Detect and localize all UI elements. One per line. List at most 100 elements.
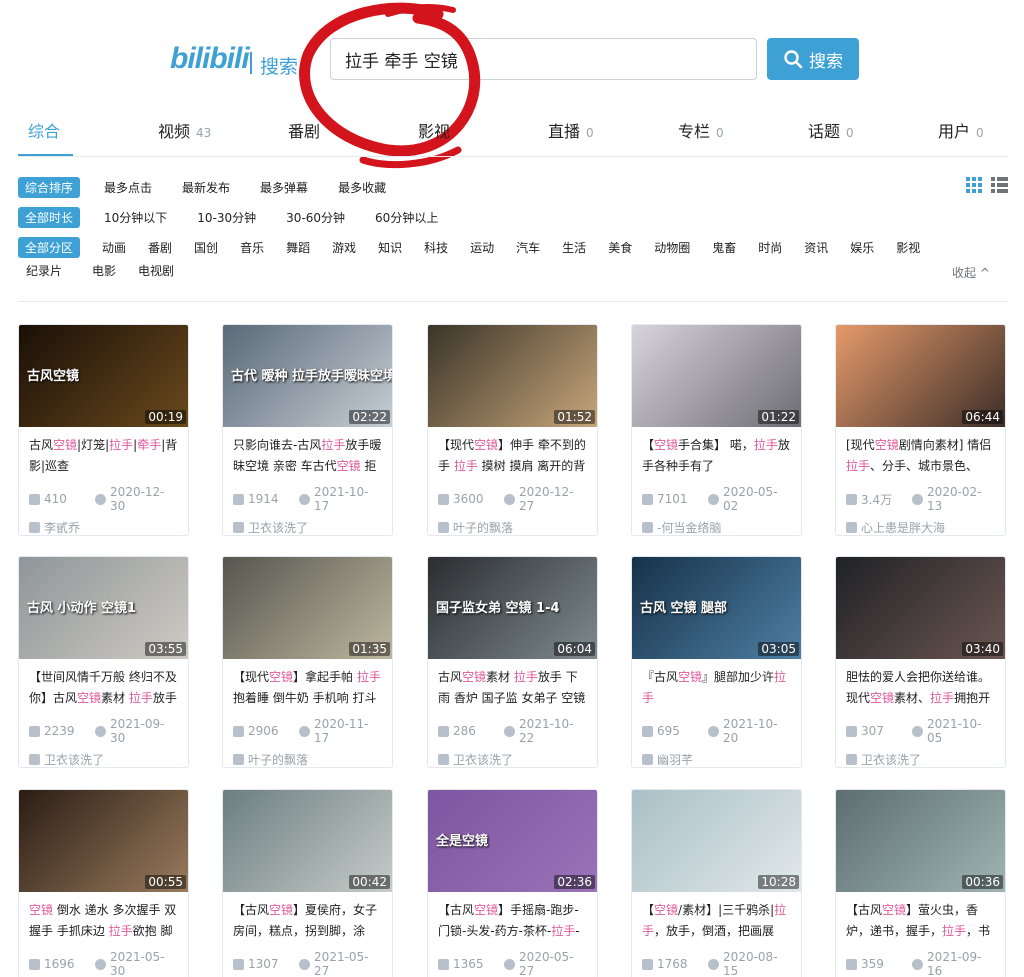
video-card[interactable]: 01:22 【空镜手合集】 喏，拉手放手各种手有了 7101 2020-05-02 -何… [631, 324, 802, 536]
filter-option[interactable]: 影视 [896, 239, 920, 256]
filter-option[interactable]: 动画 [102, 239, 126, 256]
filter-option[interactable]: 番剧 [148, 239, 172, 256]
video-card[interactable]: 古风 小动作 空镜1 03:55 【世间风情千万般 终归不及你】古风空镜素材 拉手放… [18, 556, 189, 768]
video-card[interactable]: 06:44 [现代空镜剧情向素材] 情侣拉手、分手、城市景色、 3.4万 2020-0… [835, 324, 1006, 536]
video-thumbnail[interactable]: 全是空镜 02:36 [428, 790, 597, 892]
tab-3[interactable]: 影视 [418, 118, 450, 142]
video-thumbnail[interactable]: 00:42 [223, 790, 392, 892]
filter-option[interactable]: 电视剧 [138, 262, 174, 279]
video-card[interactable]: 03:40 胆怯的爱人会把你送给谁。现代空镜素材、拉手拥抱开 307 2021-10-… [835, 556, 1006, 768]
collapse-filters-button[interactable]: 收起 ^ [952, 264, 990, 281]
filter-option[interactable]: 电影 [92, 262, 116, 279]
video-card[interactable]: 古风 空镜 腿部 03:05 『古风空镜』腿部加少许拉手 695 2021-10-20 幽… [631, 556, 802, 768]
video-thumbnail[interactable]: 03:40 [836, 557, 1005, 659]
video-thumbnail[interactable]: 01:22 [632, 325, 801, 427]
tab-6[interactable]: 话题 0 [808, 118, 854, 142]
uploader[interactable]: 心上患是胖大海 [836, 519, 1005, 535]
video-title[interactable]: 空镜 倒水 递水 多次握手 双握手 手抓床边 拉手欲抱 脚 [19, 892, 188, 942]
tab-5[interactable]: 专栏 0 [678, 118, 724, 142]
filter-option[interactable]: 60分钟以上 [375, 209, 438, 226]
video-title[interactable]: 【古风空镜】萤火虫，香炉，递书，握手，拉手，书 [836, 892, 1005, 942]
filter-option[interactable]: 运动 [470, 239, 494, 256]
filter-option[interactable]: 美食 [608, 239, 632, 256]
uploader[interactable]: 叶子的飘落 [428, 519, 597, 535]
filter-option[interactable]: 纪录片 [26, 262, 62, 279]
uploader[interactable]: 卫衣该洗了 [836, 751, 1005, 767]
filter-option[interactable]: 知识 [378, 239, 402, 256]
video-title[interactable]: 只影向谁去-古风拉手放手暧昧空境 亲密 车古代空镜 拒 [223, 427, 392, 477]
video-card[interactable]: 古风空镜 00:19 古风空镜|灯笼|拉手|牵手|背影|巡查 410 2020-12-3… [18, 324, 189, 536]
uploader[interactable]: 叶子的飘落 [223, 751, 392, 767]
filter-option[interactable]: 音乐 [240, 239, 264, 256]
tab-2[interactable]: 番剧 [288, 118, 320, 142]
video-thumbnail[interactable]: 古风 空镜 腿部 03:05 [632, 557, 801, 659]
video-thumbnail[interactable]: 00:55 [19, 790, 188, 892]
uploader[interactable]: 幽羽芊 [632, 751, 801, 767]
search-button[interactable]: 搜索 [767, 38, 859, 80]
video-thumbnail[interactable]: 06:44 [836, 325, 1005, 427]
video-card[interactable]: 10:28 【空镜/素材】|三千鸦杀|拉手，放手，倒酒，把画展 1768 2020-0… [631, 789, 802, 977]
filter-option[interactable]: 舞蹈 [286, 239, 310, 256]
uploader[interactable]: 卫衣该洗了 [223, 519, 392, 535]
filter-option[interactable]: 最多点击 [104, 179, 152, 196]
filter-option[interactable]: 娱乐 [850, 239, 874, 256]
video-title[interactable]: 『古风空镜』腿部加少许拉手 [632, 659, 801, 709]
video-title[interactable]: 古风空镜素材 拉手放手 下雨 香炉 国子监 女弟子 空镜 [428, 659, 597, 709]
filter-option[interactable]: 资讯 [804, 239, 828, 256]
video-thumbnail[interactable]: 古代 暧种 拉手放手暧昧空境 02:22 [223, 325, 392, 427]
filter-option[interactable]: 最多收藏 [338, 179, 386, 196]
video-title[interactable]: 【现代空镜】拿起手帕 拉手 抱着睡 倒牛奶 手机响 打斗 [223, 659, 392, 709]
filter-option[interactable]: 动物圈 [654, 239, 690, 256]
search-input[interactable] [331, 39, 756, 79]
video-thumbnail[interactable]: 10:28 [632, 790, 801, 892]
video-title[interactable]: 【空镜/素材】|三千鸦杀|拉手，放手，倒酒，把画展 [632, 892, 801, 942]
filter-option[interactable]: 最多弹幕 [260, 179, 308, 196]
video-card[interactable]: 00:42 【古风空镜】夏侯府，女子房间，糕点，拐到脚，涂 1307 2021-05-… [222, 789, 393, 977]
filter-option[interactable]: 生活 [562, 239, 586, 256]
video-card[interactable]: 01:52 【现代空镜】伸手 牵不到的手 拉手 摸树 摸肩 离开的背 3600 202… [427, 324, 598, 536]
filter-option[interactable]: 综合排序 [18, 177, 81, 198]
filter-option[interactable]: 全部时长 [18, 207, 81, 228]
video-card[interactable]: 古代 暧种 拉手放手暧昧空境 02:22 只影向谁去-古风拉手放手暧昧空境 亲密 车… [222, 324, 393, 536]
video-title[interactable]: 【空镜手合集】 喏，拉手放手各种手有了 [632, 427, 801, 477]
tab-7[interactable]: 用户 0 [938, 118, 984, 142]
filter-option[interactable]: 10-30分钟 [197, 209, 256, 226]
video-title[interactable]: 【古风空镜】手摇扇-跑步-门锁-头发-药方-茶杯-拉手- [428, 892, 597, 942]
filter-option[interactable]: 30-60分钟 [286, 209, 345, 226]
filter-option[interactable]: 国创 [194, 239, 218, 256]
video-title[interactable]: 【古风空镜】夏侯府，女子房间，糕点，拐到脚，涂 [223, 892, 392, 942]
uploader[interactable]: 卫衣该洗了 [19, 751, 188, 767]
filter-option[interactable]: 汽车 [516, 239, 540, 256]
video-title[interactable]: 【现代空镜】伸手 牵不到的手 拉手 摸树 摸肩 离开的背 [428, 427, 597, 477]
video-title[interactable]: [现代空镜剧情向素材] 情侣拉手、分手、城市景色、 [836, 427, 1005, 477]
video-card[interactable]: 全是空镜 02:36 【古风空镜】手摇扇-跑步-门锁-头发-药方-茶杯-拉手- 136… [427, 789, 598, 977]
filter-option[interactable]: 科技 [424, 239, 448, 256]
video-thumbnail[interactable]: 01:52 [428, 325, 597, 427]
filter-option[interactable]: 全部分区 [18, 237, 81, 258]
uploader[interactable]: 卫衣该洗了 [428, 751, 597, 767]
filter-option[interactable]: 时尚 [758, 239, 782, 256]
video-thumbnail[interactable]: 01:35 [223, 557, 392, 659]
uploader[interactable]: -何当金络脑 [632, 519, 801, 535]
video-card[interactable]: 01:35 【现代空镜】拿起手帕 拉手 抱着睡 倒牛奶 手机响 打斗 2906 202… [222, 556, 393, 768]
bilibili-logo[interactable]: bilibili [170, 42, 250, 76]
search-box[interactable] [330, 38, 757, 80]
list-view-icon[interactable] [991, 177, 1008, 193]
video-card[interactable]: 00:55 空镜 倒水 递水 多次握手 双握手 手抓床边 拉手欲抱 脚 1696 20… [18, 789, 189, 977]
filter-option[interactable]: 10分钟以下 [104, 209, 167, 226]
filter-option[interactable]: 游戏 [332, 239, 356, 256]
video-title[interactable]: 【世间风情千万般 终归不及你】古风空镜素材 拉手放手 [19, 659, 188, 709]
tab-1[interactable]: 视频 43 [158, 118, 211, 142]
video-card[interactable]: 00:36 【古风空镜】萤火虫，香炉，递书，握手，拉手，书 359 2021-09-1… [835, 789, 1006, 977]
video-thumbnail[interactable]: 古风空镜 00:19 [19, 325, 188, 427]
uploader[interactable]: 李甙乔 [19, 519, 188, 535]
filter-option[interactable]: 鬼畜 [712, 239, 736, 256]
grid-view-icon[interactable] [966, 177, 983, 193]
video-title[interactable]: 胆怯的爱人会把你送给谁。现代空镜素材、拉手拥抱开 [836, 659, 1005, 709]
video-thumbnail[interactable]: 国子监女弟 空镜 1-4 06:04 [428, 557, 597, 659]
video-thumbnail[interactable]: 古风 小动作 空镜1 03:55 [19, 557, 188, 659]
tab-0[interactable]: 综合 [28, 118, 60, 142]
video-card[interactable]: 国子监女弟 空镜 1-4 06:04 古风空镜素材 拉手放手 下雨 香炉 国子监 女… [427, 556, 598, 768]
filter-option[interactable]: 最新发布 [182, 179, 230, 196]
tab-4[interactable]: 直播 0 [548, 118, 594, 142]
